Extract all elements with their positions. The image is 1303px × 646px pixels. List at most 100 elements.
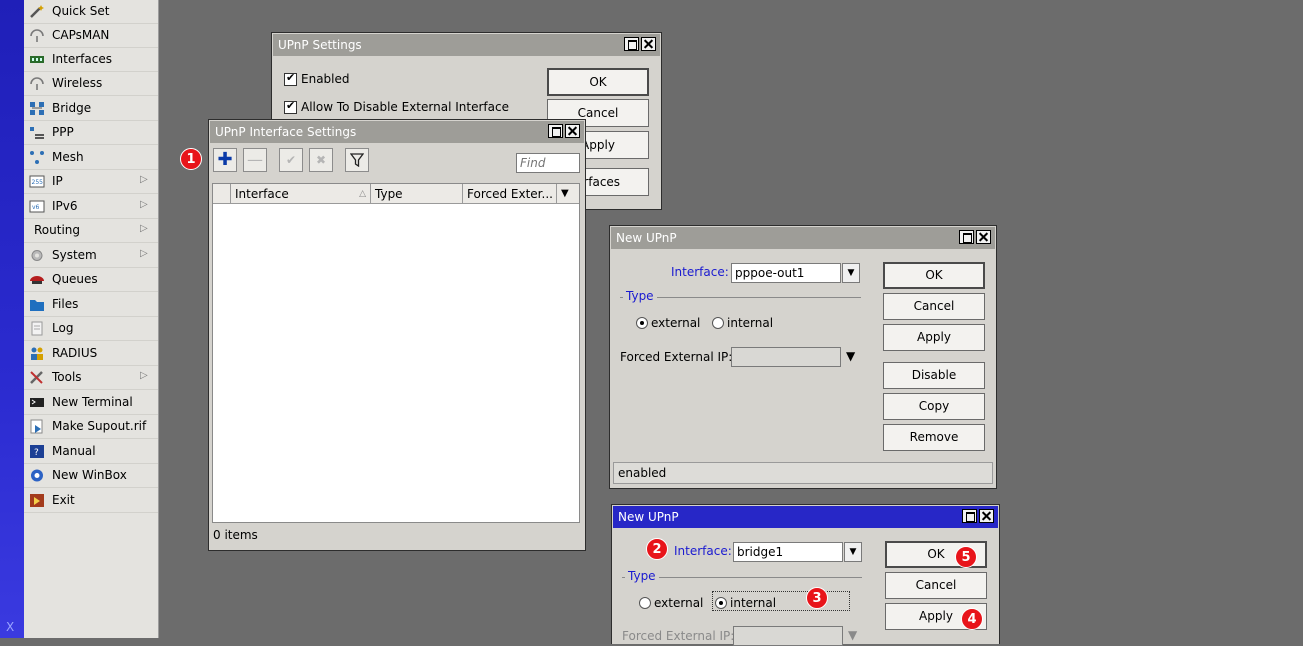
wand-icon	[30, 5, 44, 18]
menu-item-manual[interactable]: ? Manual	[24, 440, 158, 464]
allow-disable-external-label: Allow To Disable External Interface	[301, 100, 509, 114]
system-icon	[31, 250, 43, 261]
menu-item-exit[interactable]: Exit	[24, 489, 158, 513]
new-upnp-window-2: New UPnP Interface: bridge1 ▼ Type exter…	[611, 504, 1000, 646]
remove-button[interactable]: Remove	[883, 424, 985, 451]
manual-icon: ?	[30, 445, 44, 458]
menu-item-queues[interactable]: Queues	[24, 268, 158, 292]
enabled-checkbox[interactable]	[284, 71, 297, 86]
type-external-radio[interactable]	[636, 317, 648, 329]
column-forced-external[interactable]: Forced Exter...	[463, 184, 557, 204]
svg-text:255: 255	[32, 179, 44, 186]
type-group-label: Type	[623, 289, 657, 303]
window-title: New UPnP	[618, 510, 679, 524]
type-external-radio[interactable]	[639, 597, 651, 609]
disable-button[interactable]: Disable	[883, 362, 985, 389]
svg-text:v6: v6	[32, 204, 40, 211]
window-title: New UPnP	[616, 231, 677, 245]
interface-dropdown-icon[interactable]: ▼	[844, 542, 862, 562]
menu-item-routing[interactable]: Routing ▷	[24, 219, 158, 243]
menu-item-interfaces[interactable]: Interfaces	[24, 48, 158, 72]
interface-dropdown-icon[interactable]: ▼	[842, 263, 860, 283]
menu-item-capsman[interactable]: CAPsMAN	[24, 24, 158, 48]
filter-icon[interactable]	[345, 148, 369, 172]
forced-external-ip-label: Forced External IP:	[620, 350, 733, 364]
maximize-icon[interactable]	[959, 230, 974, 244]
columns-dropdown-icon[interactable]: ▼	[557, 184, 579, 204]
ip-icon: 255	[29, 175, 45, 188]
type-group-label: Type	[625, 569, 659, 583]
submenu-arrow-icon: ▷	[140, 174, 148, 185]
folder-icon	[30, 300, 44, 311]
upnp-interface-settings-titlebar[interactable]: UPnP Interface Settings	[210, 121, 584, 143]
step-badge-5: 5	[955, 546, 977, 568]
type-external-label: external	[654, 596, 704, 610]
maximize-icon[interactable]	[624, 37, 639, 51]
menu-item-new-winbox[interactable]: New WinBox	[24, 464, 158, 488]
menu-item-ipv6[interactable]: v6 IPv6 ▷	[24, 195, 158, 219]
close-icon[interactable]	[641, 37, 656, 51]
submenu-arrow-icon: ▷	[140, 248, 148, 259]
menu-item-mesh[interactable]: Mesh	[24, 146, 158, 170]
enable-check-icon[interactable]: ✔	[279, 148, 303, 172]
column-interface[interactable]: Interface △	[231, 184, 371, 204]
menu-item-make-supout[interactable]: Make Supout.rif	[24, 415, 158, 439]
new-upnp-1-titlebar[interactable]: New UPnP	[611, 227, 995, 249]
step-badge-4: 4	[961, 608, 983, 630]
cancel-button[interactable]: Cancel	[885, 572, 987, 599]
apply-button[interactable]: Apply	[883, 324, 985, 351]
tools-icon	[30, 371, 43, 384]
menu-item-system[interactable]: System ▷	[24, 244, 158, 268]
close-icon[interactable]	[979, 509, 994, 523]
interface-select[interactable]: pppoe-out1	[731, 263, 841, 283]
table-header: Interface △ Type Forced Exter... ▼	[213, 184, 579, 204]
forced-ip-dropdown-icon[interactable]: ▼	[848, 628, 857, 642]
column-type[interactable]: Type	[371, 184, 463, 204]
ok-button[interactable]: OK	[547, 68, 649, 96]
wireless-icon	[30, 77, 44, 90]
new-upnp-2-titlebar[interactable]: New UPnP	[613, 506, 998, 528]
interface-label: Interface:	[674, 544, 732, 558]
add-icon[interactable]: ✚	[213, 148, 237, 172]
disable-x-icon[interactable]: ✖	[309, 148, 333, 172]
status-bar: enabled	[613, 462, 993, 484]
menu-item-new-terminal[interactable]: New Terminal	[24, 391, 158, 415]
menu-item-radius[interactable]: RADIUS	[24, 342, 158, 366]
find-input[interactable]	[516, 153, 580, 173]
window-title: UPnP Interface Settings	[215, 125, 357, 139]
maximize-icon[interactable]	[548, 124, 563, 138]
forced-external-ip-field[interactable]	[731, 347, 841, 367]
interface-select[interactable]: bridge1	[733, 542, 843, 562]
queues-icon	[30, 276, 44, 284]
window-title: UPnP Settings	[278, 38, 362, 52]
upnp-settings-titlebar[interactable]: UPnP Settings	[273, 34, 660, 56]
close-icon[interactable]	[976, 230, 991, 244]
menu-item-quick-set[interactable]: Quick Set	[24, 0, 158, 24]
menu-item-ppp[interactable]: PPP	[24, 121, 158, 145]
main-menu: Quick Set CAPsMAN Interfaces Wireless Br…	[24, 0, 159, 638]
menu-item-files[interactable]: Files	[24, 293, 158, 317]
menu-item-tools[interactable]: Tools ▷	[24, 366, 158, 390]
maximize-icon[interactable]	[962, 509, 977, 523]
cancel-button[interactable]: Cancel	[883, 293, 985, 320]
menu-item-bridge[interactable]: Bridge	[24, 97, 158, 121]
forced-ip-dropdown-icon[interactable]: ▼	[846, 349, 855, 363]
menu-item-ip[interactable]: 255 IP ▷	[24, 170, 158, 194]
type-internal-radio[interactable]	[712, 317, 724, 329]
close-icon[interactable]	[565, 124, 580, 138]
ok-button[interactable]: OK	[883, 262, 985, 289]
capsman-icon	[30, 29, 44, 42]
enabled-label: Enabled	[301, 72, 350, 86]
step-badge-2: 2	[646, 538, 668, 560]
copy-button[interactable]: Copy	[883, 393, 985, 420]
allow-disable-external-checkbox[interactable]	[284, 99, 297, 114]
type-internal-label: internal	[730, 596, 777, 610]
menu-item-log[interactable]: Log	[24, 317, 158, 341]
items-count: 0 items	[213, 528, 258, 542]
menu-item-wireless[interactable]: Wireless	[24, 72, 158, 96]
type-internal-radio[interactable]	[715, 597, 727, 609]
upnp-interface-settings-window: UPnP Interface Settings ✚ — ✔ ✖ Interfac…	[208, 119, 586, 551]
remove-icon[interactable]: —	[243, 148, 267, 172]
forced-external-ip-field[interactable]	[733, 626, 843, 646]
step-badge-1: 1	[180, 148, 202, 170]
